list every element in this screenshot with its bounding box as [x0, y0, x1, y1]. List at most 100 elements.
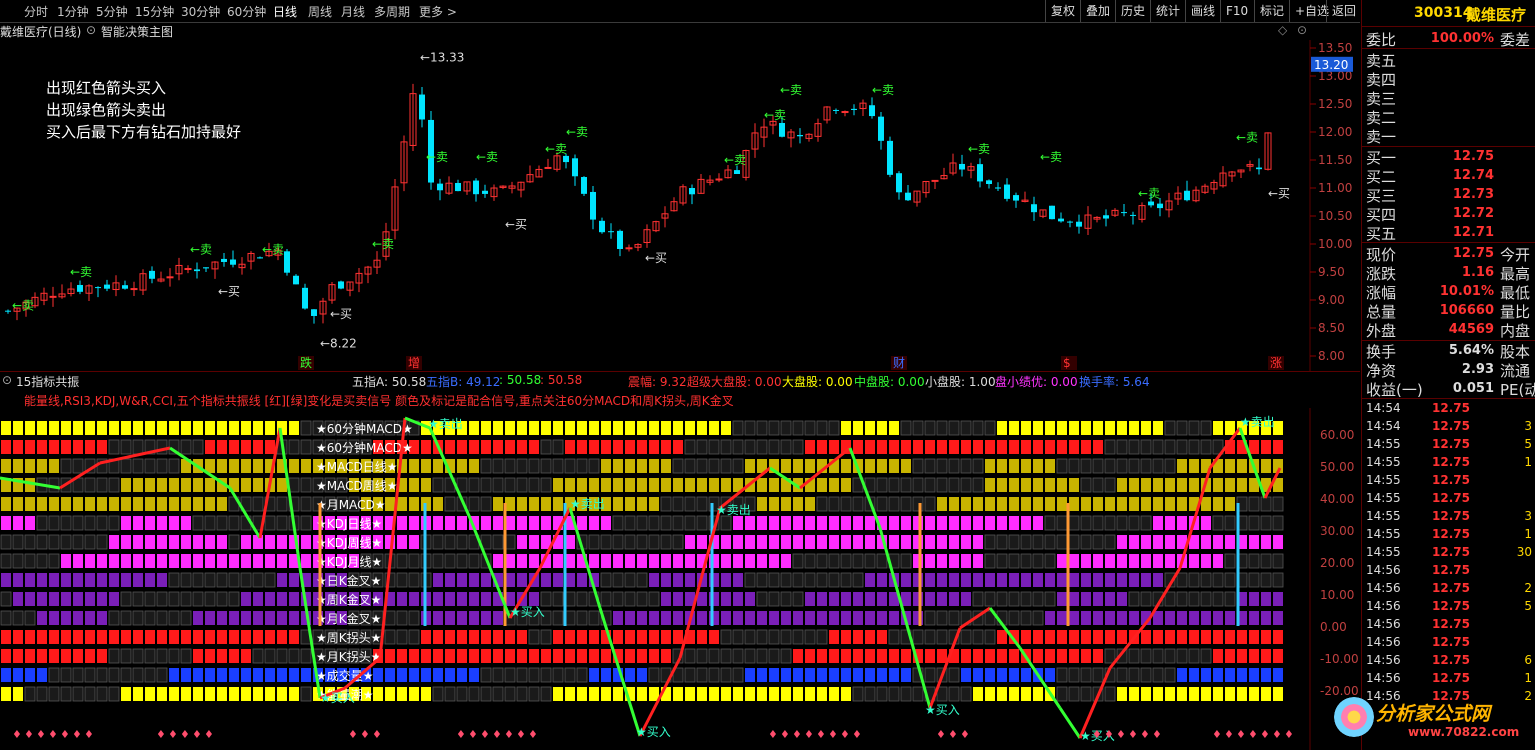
signal-cell	[1, 421, 11, 435]
draw-button[interactable]: 画线	[1185, 0, 1220, 22]
diamond-icon[interactable]: ◇	[1278, 23, 1287, 37]
resonance-indicator-chart[interactable]: ★60分钟MACD★★60分钟MACD★★MACD日线★★MACD周线★★月MA…	[0, 408, 1360, 750]
signal-cell	[301, 535, 311, 549]
signal-cell	[685, 573, 695, 587]
signal-cell	[1213, 687, 1223, 701]
signal-cell	[421, 440, 431, 454]
back-button[interactable]: 返回	[1326, 0, 1361, 22]
signal-cell	[744, 629, 756, 645]
signal-cell	[397, 516, 407, 530]
tab-15min[interactable]: 15分钟	[135, 3, 174, 20]
signal-cell	[49, 611, 59, 625]
signal-cell	[0, 591, 12, 607]
signal-cell	[1105, 611, 1115, 625]
signal-cell	[697, 421, 707, 435]
signal-cell	[192, 591, 204, 607]
tick-time: 14:54	[1366, 401, 1401, 415]
fuquan-button[interactable]: 复权	[1045, 0, 1080, 22]
signal-cell	[12, 534, 24, 550]
signal-cell	[636, 534, 648, 550]
chevron-down-icon[interactable]: ⊙	[86, 23, 96, 37]
overlay-button[interactable]: 叠加	[1080, 0, 1115, 22]
bid-row[interactable]: 买四 12.72	[1364, 204, 1534, 224]
tab-more[interactable]: 更多 >	[419, 3, 457, 20]
signal-cell	[1189, 478, 1199, 492]
tab-60min[interactable]: 60分钟	[227, 3, 266, 20]
signal-cell	[480, 477, 492, 493]
signal-cell	[97, 440, 107, 454]
signal-cell	[181, 668, 191, 682]
tab-fenshi[interactable]: 分时	[24, 3, 48, 20]
signal-cell	[457, 611, 467, 625]
signal-cell	[1165, 554, 1175, 568]
tab-5min[interactable]: 5分钟	[96, 3, 128, 20]
signal-cell	[1104, 515, 1116, 531]
signal-cell	[1260, 496, 1272, 512]
tab-multi-period[interactable]: 多周期	[374, 3, 410, 20]
settings-icon[interactable]: ⊙	[1297, 23, 1307, 37]
signal-cell	[1260, 553, 1272, 569]
signal-cell	[613, 554, 623, 568]
signal-cell	[757, 516, 767, 530]
signal-cell	[1260, 515, 1272, 531]
tab-weekly[interactable]: 周线	[308, 3, 332, 20]
signal-cell	[948, 686, 960, 702]
bid-row[interactable]: 买三 12.73	[1364, 185, 1534, 205]
bid-row[interactable]: 买五 12.71	[1364, 223, 1534, 243]
signal-cell	[529, 535, 539, 549]
signal-cell	[120, 667, 132, 683]
large-cap: 大盘股: 0.00	[782, 375, 853, 389]
stats-button[interactable]: 统计	[1150, 0, 1185, 22]
signal-cell	[385, 497, 395, 511]
signal-cell	[984, 591, 996, 607]
signal-cell	[1212, 591, 1224, 607]
tick-volume: 1	[1524, 527, 1532, 541]
signal-cell	[805, 668, 815, 682]
signal-cell	[421, 630, 431, 644]
signal-cell	[517, 630, 527, 644]
signal-cell	[1056, 534, 1068, 550]
signal-cell	[469, 421, 479, 435]
signal-cell	[637, 459, 647, 473]
indicator-title[interactable]: 智能决策主图	[101, 23, 173, 40]
bid-row[interactable]: 买二 12.74	[1364, 166, 1534, 186]
tab-daily[interactable]: 日线	[273, 3, 297, 20]
sub-indicator-name[interactable]: 15指标共振	[16, 373, 79, 390]
signal-cell	[1081, 440, 1091, 454]
signal-cell	[1189, 459, 1199, 473]
signal-cell	[829, 630, 839, 644]
sub-settings-icon[interactable]: ⊙	[2, 373, 12, 387]
sub-axis-label: 40.00	[1320, 492, 1354, 506]
signal-cell	[492, 534, 504, 550]
signal-cell	[841, 611, 851, 625]
tick-time: 14:55	[1366, 509, 1401, 523]
signal-cell	[877, 649, 887, 663]
signal-cell	[193, 649, 203, 663]
diamond-icon: ♦	[36, 728, 46, 741]
signal-row-label: ★MACD周线★	[316, 479, 398, 493]
tab-1min[interactable]: 1分钟	[57, 3, 89, 20]
candle-body	[931, 179, 939, 182]
signal-cell	[805, 611, 815, 625]
signal-cell	[517, 516, 527, 530]
signal-cell	[120, 591, 132, 607]
signal-row-label: ★月K金叉★	[316, 611, 381, 626]
f10-button[interactable]: F10	[1220, 0, 1253, 22]
signal-cell	[409, 687, 419, 701]
tick-price: 12.75	[1432, 401, 1470, 415]
tab-monthly[interactable]: 月线	[341, 3, 365, 20]
signal-cell	[133, 535, 143, 549]
bid-row[interactable]: 买一 12.75	[1364, 147, 1534, 167]
signal-cell	[457, 592, 467, 606]
mark-button[interactable]: 标记	[1254, 0, 1289, 22]
candlestick-chart[interactable]: 13.5013.0012.5012.0011.5011.0010.5010.00…	[0, 40, 1360, 372]
candle-body	[293, 275, 299, 285]
diamond-icon: ♦	[1248, 728, 1258, 741]
signal-cell	[1045, 630, 1055, 644]
stat-right-label: 最低	[1500, 284, 1531, 302]
tab-30min[interactable]: 30分钟	[181, 3, 220, 20]
history-button[interactable]: 历史	[1115, 0, 1150, 22]
weibi-row: 委比 100.00% 委差	[1364, 29, 1534, 49]
tick-time: 14:55	[1366, 491, 1401, 505]
signal-cell	[1093, 554, 1103, 568]
